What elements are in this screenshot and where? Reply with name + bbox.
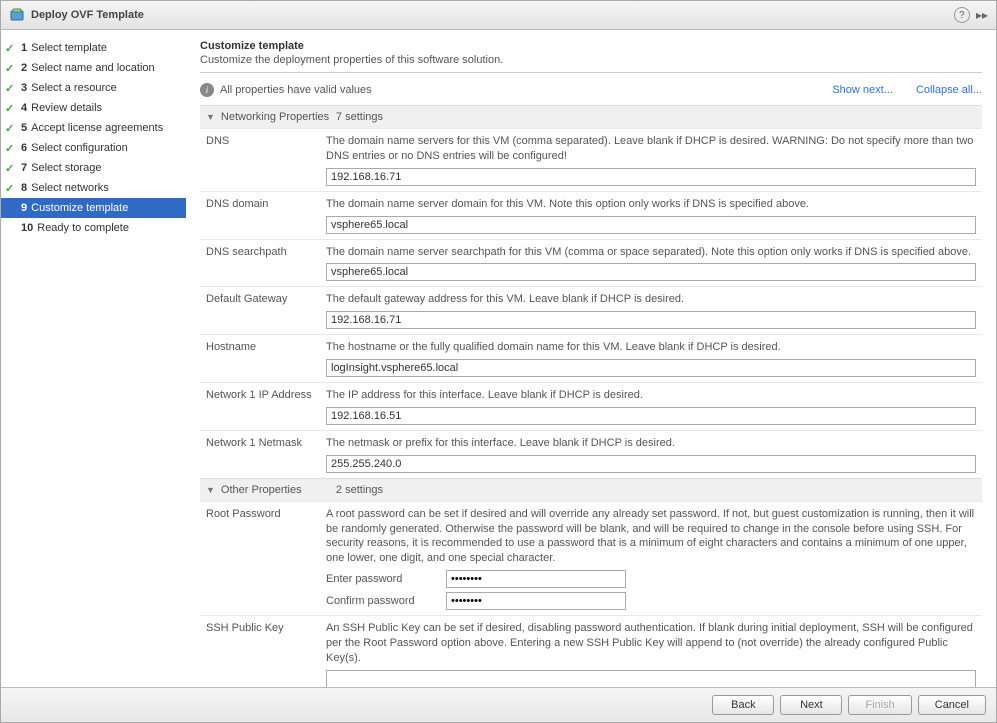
cancel-button[interactable]: Cancel [918,695,986,715]
window-title: Deploy OVF Template [31,9,954,21]
step-customize-template[interactable]: 9Customize template [1,198,186,218]
expand-icon[interactable]: ▸▸ [976,8,988,22]
page-subtitle: Customize the deployment properties of t… [200,54,982,66]
check-icon: ✓ [5,162,14,175]
back-button[interactable]: Back [712,695,774,715]
check-icon: ✓ [5,82,14,95]
validation-status: i All properties have valid values Show … [200,83,982,97]
prop-ssh-key: SSH Public Key An SSH Public Key can be … [200,615,982,687]
check-icon: ✓ [5,142,14,155]
prop-dns-domain: DNS domain The domain name server domain… [200,191,982,239]
check-icon: ✓ [5,122,14,135]
dns-input[interactable] [326,168,976,186]
wizard-window: Deploy OVF Template ? ▸▸ ✓1Select templa… [0,0,997,723]
prop-ip: Network 1 IP Address The IP address for … [200,382,982,430]
step-select-networks[interactable]: ✓8Select networks [1,178,186,198]
chevron-down-icon[interactable]: ▼ [206,112,215,122]
section-networking: ▼ Networking Properties 7 settings [200,105,982,128]
chevron-down-icon[interactable]: ▼ [206,485,215,495]
step-select-storage[interactable]: ✓7Select storage [1,158,186,178]
titlebar: Deploy OVF Template ? ▸▸ [1,1,996,30]
collapse-all-link[interactable]: Collapse all... [916,84,982,96]
check-icon: ✓ [5,42,14,55]
check-icon: ✓ [5,102,14,115]
step-select-name[interactable]: ✓2Select name and location [1,58,186,78]
prop-dns-searchpath: DNS searchpath The domain name server se… [200,239,982,287]
root-password-confirm-input[interactable] [446,592,626,610]
check-icon: ✓ [5,62,14,75]
root-password-input[interactable] [446,570,626,588]
prop-dns: DNS The domain name servers for this VM … [200,128,982,191]
ip-input[interactable] [326,407,976,425]
ovf-icon [9,7,25,23]
content-area: Customize template Customize the deploym… [186,30,996,687]
help-icon[interactable]: ? [954,7,970,23]
step-select-template[interactable]: ✓1Select template [1,38,186,58]
info-icon: i [200,83,214,97]
ssh-key-input[interactable] [326,670,976,687]
step-select-resource[interactable]: ✓3Select a resource [1,78,186,98]
wizard-body: ✓1Select template ✓2Select name and loca… [1,30,996,687]
content-header: Customize template Customize the deploym… [200,40,982,73]
step-select-config[interactable]: ✓6Select configuration [1,138,186,158]
finish-button: Finish [848,695,911,715]
prop-root-password: Root Password A root password can be set… [200,501,982,615]
step-accept-license[interactable]: ✓5Accept license agreements [1,118,186,138]
prop-gateway: Default Gateway The default gateway addr… [200,286,982,334]
gateway-input[interactable] [326,311,976,329]
page-title: Customize template [200,40,982,52]
netmask-input[interactable] [326,455,976,473]
dns-domain-input[interactable] [326,216,976,234]
prop-hostname: Hostname The hostname or the fully quali… [200,334,982,382]
prop-netmask: Network 1 Netmask The netmask or prefix … [200,430,982,478]
section-other: ▼ Other Properties 2 settings [200,478,982,501]
step-ready-complete[interactable]: 10Ready to complete [1,218,186,238]
check-icon: ✓ [5,182,14,195]
show-next-link[interactable]: Show next... [832,84,893,96]
footer: Back Next Finish Cancel [1,687,996,722]
dns-searchpath-input[interactable] [326,263,976,281]
next-button[interactable]: Next [780,695,842,715]
hostname-input[interactable] [326,359,976,377]
step-review-details[interactable]: ✓4Review details [1,98,186,118]
wizard-steps: ✓1Select template ✓2Select name and loca… [1,30,186,687]
